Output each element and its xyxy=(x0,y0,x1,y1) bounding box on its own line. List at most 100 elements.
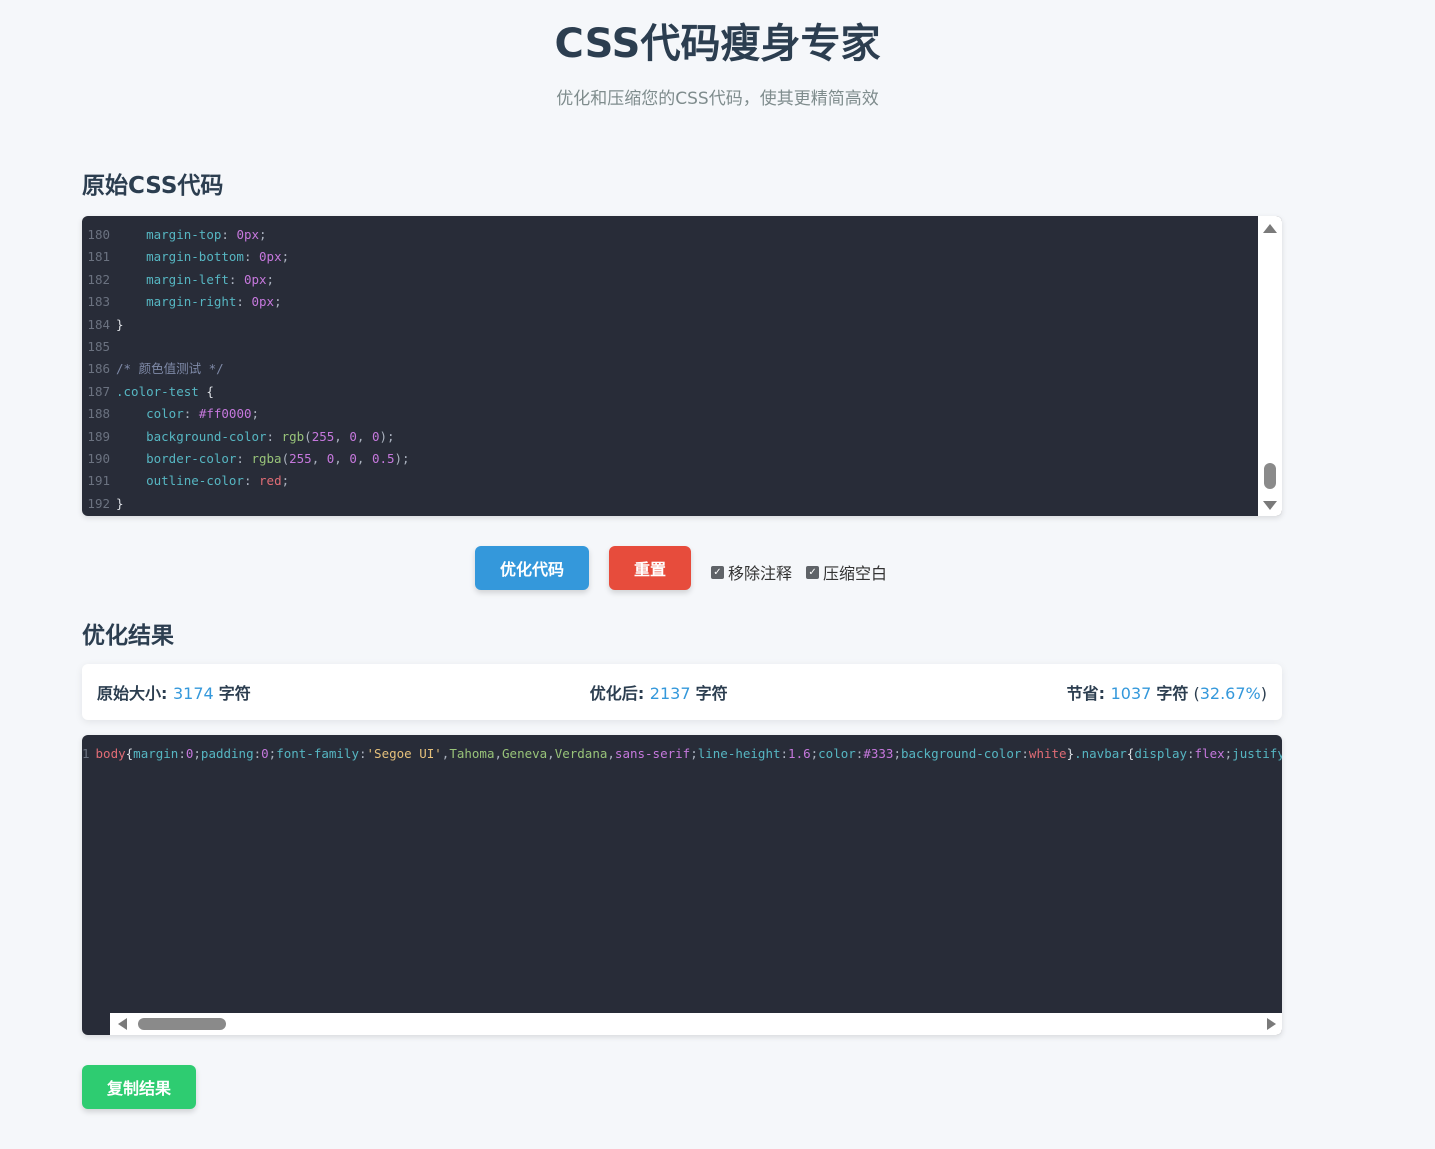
input-code-editor[interactable]: 180 margin-top: 0px; 181 margin-bottom: 0… xyxy=(82,216,1282,516)
code-text: } xyxy=(116,314,124,336)
horizontal-scroll-thumb[interactable] xyxy=(138,1018,226,1030)
code-token: font-family xyxy=(276,746,359,761)
code-token: margin-top xyxy=(146,227,222,242)
code-token: , xyxy=(334,428,350,444)
line-number: 188 xyxy=(87,406,110,422)
code-token: 0px xyxy=(251,294,275,310)
code-line: 191 outline-color: red; xyxy=(82,470,1258,492)
code-token: : xyxy=(183,406,199,422)
code-line: 183 margin-right: 0px; xyxy=(82,291,1258,313)
code-token: #333 xyxy=(863,746,894,761)
code-token: 0.5 xyxy=(371,450,395,466)
horizontal-scrollbar[interactable] xyxy=(110,1013,1282,1035)
vertical-scroll-thumb[interactable] xyxy=(1264,463,1276,489)
copy-result-button[interactable]: 复制结果 xyxy=(82,1065,196,1109)
code-line: 185 xyxy=(82,336,1258,358)
line-number: 191 xyxy=(87,473,110,489)
saved-size-stat: 节省: 1037 字符 (32.67%) xyxy=(1066,684,1267,703)
code-token: } xyxy=(116,495,124,511)
code-token: ; xyxy=(893,746,901,761)
code-token: .navbar xyxy=(1074,746,1127,761)
remove-comments-option[interactable]: ✓ 移除注释 xyxy=(711,560,792,584)
code-token: 0 xyxy=(349,450,357,466)
scroll-right-arrow-icon[interactable] xyxy=(1267,1018,1276,1030)
controls-bar: 优化代码 重置 ✓ 移除注释 ✓ 压缩空白 xyxy=(475,546,887,590)
code-token: rgb xyxy=(281,428,305,444)
code-line: 187 .color-test { xyxy=(82,381,1258,403)
code-text: margin-right: 0px; xyxy=(116,291,281,313)
code-token: red xyxy=(259,473,282,489)
code-token: 0 xyxy=(349,428,357,444)
code-token: ; xyxy=(281,249,290,265)
code-token: : xyxy=(1021,746,1029,761)
saved-size-label: 节省 xyxy=(1066,684,1099,703)
code-token: , xyxy=(607,746,615,761)
code-token: ); xyxy=(394,450,410,466)
code-token: : xyxy=(236,294,252,310)
code-token: : xyxy=(236,450,252,466)
code-line: 1 body{margin:0;padding:0;font-family:'Se… xyxy=(82,743,1282,765)
line-number: 184 xyxy=(87,316,110,332)
output-code-editor[interactable]: 1 body{margin:0;padding:0;font-family:'Se… xyxy=(82,735,1282,1035)
code-token: 0px xyxy=(259,249,282,265)
page-subtitle: 优化和压缩您的CSS代码，使其更精简高效 xyxy=(556,89,879,109)
saved-percent-value: 32.67% xyxy=(1199,684,1261,703)
line-number: 185 xyxy=(87,338,110,354)
code-token: { xyxy=(198,383,214,399)
code-token: } xyxy=(1066,746,1075,761)
code-line: 181 margin-bottom: 0px; xyxy=(82,246,1258,268)
code-token: outline-color xyxy=(146,473,244,489)
code-text: margin-top: 0px; xyxy=(116,224,267,246)
line-number: 190 xyxy=(87,450,110,466)
optimized-size-value: 2137 xyxy=(649,684,691,703)
code-token: ; xyxy=(690,746,698,761)
code-line: 180 margin-top: 0px; xyxy=(82,224,1258,246)
line-number: 1 xyxy=(82,746,90,761)
original-size-stat: 原始大小: 3174 字符 xyxy=(97,684,251,703)
code-token: ; xyxy=(259,227,267,242)
saved-size-value: 1037 xyxy=(1110,684,1152,703)
code-token: : xyxy=(780,746,789,761)
output-code-lines[interactable]: 1 body{margin:0;padding:0;font-family:'Se… xyxy=(82,743,1282,765)
code-token: , xyxy=(356,450,372,466)
code-token: 1.6 xyxy=(788,746,811,761)
code-token: .color-test xyxy=(116,383,199,399)
code-token: margin xyxy=(133,746,179,761)
line-number: 189 xyxy=(87,428,110,444)
code-token: flex xyxy=(1194,746,1225,761)
code-token: , xyxy=(311,450,327,466)
code-token: sans-serif xyxy=(614,746,691,761)
code-text: border-color: rgba(255, 0, 0, 0.5); xyxy=(116,448,410,470)
compress-whitespace-checkbox[interactable]: ✓ xyxy=(806,565,820,579)
optimize-button[interactable]: 优化代码 xyxy=(475,546,589,590)
scroll-down-arrow-icon[interactable] xyxy=(1263,501,1277,510)
code-token: ( xyxy=(281,450,290,466)
vertical-scrollbar[interactable] xyxy=(1258,216,1282,516)
code-text: background-color: rgb(255, 0, 0); xyxy=(116,426,395,448)
code-token: : xyxy=(178,746,186,761)
scroll-up-arrow-icon[interactable] xyxy=(1263,224,1277,233)
code-token: 255 xyxy=(311,428,335,444)
scroll-left-arrow-icon[interactable] xyxy=(118,1018,127,1030)
code-text: margin-bottom: 0px; xyxy=(116,246,289,268)
code-token: ( xyxy=(304,428,312,444)
compress-whitespace-option[interactable]: ✓ 压缩空白 xyxy=(806,560,887,584)
code-token: ); xyxy=(379,428,395,444)
code-token: : xyxy=(1187,746,1195,761)
code-token: , xyxy=(494,746,503,761)
code-token: ; xyxy=(266,271,275,287)
code-token: Tahoma xyxy=(449,746,495,761)
remove-comments-checkbox[interactable]: ✓ xyxy=(711,565,724,579)
code-line: 188 color: #ff0000; xyxy=(82,403,1258,425)
reset-button[interactable]: 重置 xyxy=(609,546,691,590)
code-token: margin-bottom xyxy=(146,249,244,265)
code-token: 0px xyxy=(236,227,260,242)
code-token: ; xyxy=(193,746,201,761)
code-token: : xyxy=(253,746,262,761)
input-code-lines[interactable]: 180 margin-top: 0px; 181 margin-bottom: 0… xyxy=(82,224,1258,515)
code-token: justify-content xyxy=(1232,746,1282,761)
code-text: } xyxy=(116,493,124,515)
code-token: 0 xyxy=(261,746,269,761)
